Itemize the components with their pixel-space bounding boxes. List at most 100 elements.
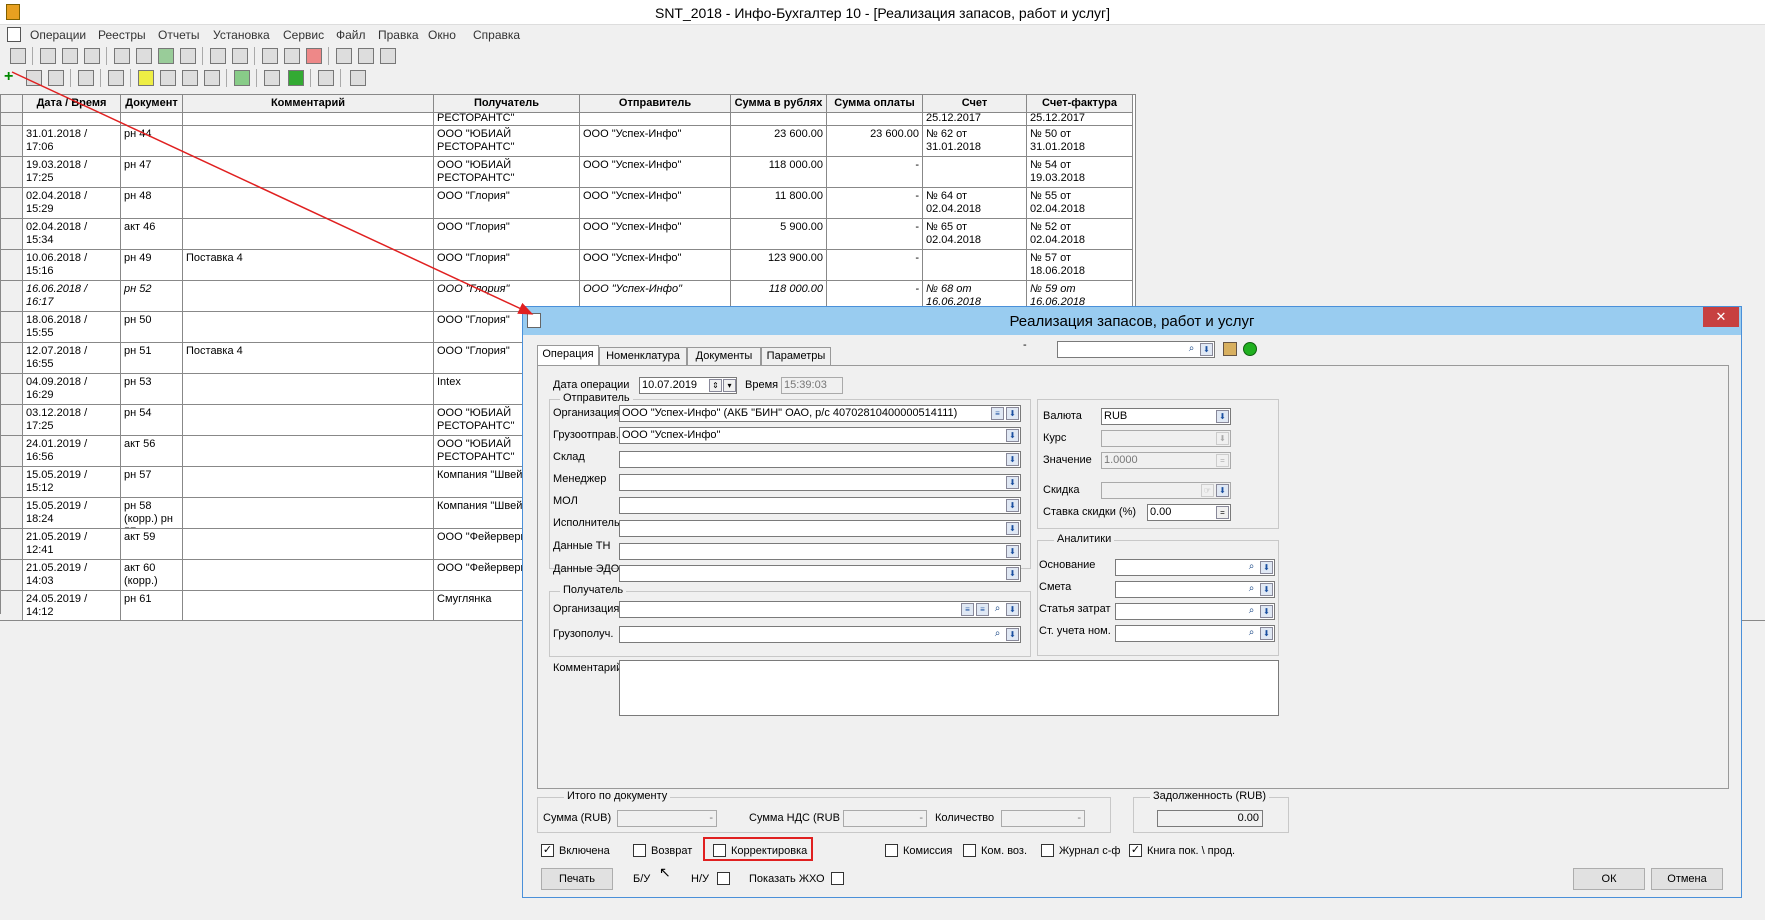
table-cell-invoice[interactable]: № 65 от 02.04.2018 (923, 219, 1027, 250)
comvoz-checkbox[interactable] (963, 844, 976, 857)
edo-field[interactable]: ⬇ (619, 565, 1021, 582)
dropdown-icon[interactable]: ⬇ (1006, 429, 1019, 442)
table-cell-comment[interactable] (183, 188, 434, 219)
column-header-invoice[interactable]: Счет (923, 95, 1027, 113)
table-cell-document[interactable]: рн 52 (121, 281, 183, 312)
included-checkbox[interactable]: ✓ (541, 844, 554, 857)
table-cell-date[interactable]: 19.03.2018 / 17:25 (23, 157, 121, 188)
time-field[interactable]: 15:39:03 (781, 377, 843, 394)
dropdown-icon[interactable]: ⬇ (1216, 410, 1229, 423)
value-field[interactable]: 1.0000 = (1101, 452, 1231, 469)
refresh-db-icon[interactable] (284, 48, 300, 64)
tools-icon[interactable] (1223, 342, 1237, 356)
monitor-icon[interactable] (318, 70, 334, 86)
acrobat-icon[interactable] (306, 48, 322, 64)
filter-icon[interactable] (138, 70, 154, 86)
dropdown-icon[interactable]: ⬇ (1216, 484, 1229, 497)
table-cell-comment[interactable] (183, 312, 434, 343)
requisites-icon[interactable]: ≡ (991, 407, 1004, 420)
dropdown-icon[interactable]: ⬇ (1260, 605, 1273, 618)
row-selector[interactable] (1, 374, 23, 405)
table-cell-sf[interactable]: № 52 от 02.04.2018 (1027, 219, 1133, 250)
row-selector[interactable] (1, 312, 23, 343)
table-cell-document[interactable]: рн 49 (121, 250, 183, 281)
table-cell-document[interactable]: рн 53 (121, 374, 183, 405)
dropdown-icon[interactable]: ⬇ (1260, 561, 1273, 574)
table-cell-document[interactable]: акт 46 (121, 219, 183, 250)
dropdown-icon[interactable]: ⬇ (1006, 603, 1019, 616)
table-cell-document[interactable]: рн 61 (121, 591, 183, 622)
table-cell-sum[interactable]: 5 900.00 (731, 219, 827, 250)
search-icon[interactable]: ⌕ (1245, 605, 1258, 618)
table-cell-comment[interactable]: Поставка 4 (183, 343, 434, 374)
row-selector[interactable] (1, 498, 23, 529)
table-cell-document[interactable]: рн 54 (121, 405, 183, 436)
row-selector[interactable] (1, 157, 23, 188)
table-cell-date[interactable]: 24.01.2019 / 16:56 (23, 436, 121, 467)
table-cell-recipient[interactable]: ООО "Глория" (434, 250, 580, 281)
link-icon[interactable] (264, 70, 280, 86)
table-cell[interactable] (121, 113, 183, 126)
table-cell-sum[interactable]: 118 000.00 (731, 157, 827, 188)
row-selector[interactable] (1, 343, 23, 374)
table-cell-date[interactable]: 10.06.2018 / 15:16 (23, 250, 121, 281)
table-cell-comment[interactable] (183, 374, 434, 405)
column-header-document[interactable]: Документ (121, 95, 183, 113)
row-selector[interactable] (1, 405, 23, 436)
tab-documents[interactable]: Документы (687, 347, 761, 366)
table-cell-date[interactable]: 15.05.2019 / 15:12 (23, 467, 121, 498)
row-selector[interactable] (1, 250, 23, 281)
table-cell-paid[interactable]: 23 600.00 (827, 126, 923, 157)
gear-icon[interactable] (380, 48, 396, 64)
dropdown-icon[interactable]: ⬇ (1006, 545, 1019, 558)
row-selector[interactable] (1, 467, 23, 498)
calendar-dropdown-icon[interactable]: ▾ (723, 379, 736, 392)
menu-service[interactable]: Сервис (283, 28, 324, 42)
table-cell-sum[interactable]: 11 800.00 (731, 188, 827, 219)
menu-reports[interactable]: Отчеты (158, 28, 199, 42)
table-cell-comment[interactable] (183, 498, 434, 529)
table-cell-invoice[interactable] (923, 250, 1027, 281)
table-cell-sum[interactable]: 23 600.00 (731, 126, 827, 157)
table-cell-date[interactable]: 16.06.2018 / 16:17 (23, 281, 121, 312)
filter-edit-icon[interactable] (160, 70, 176, 86)
row-selector[interactable] (1, 113, 23, 126)
table-cell[interactable]: 25.12.2017 (1027, 113, 1133, 126)
dropdown-icon[interactable]: ⬇ (1006, 628, 1019, 641)
dropdown-icon[interactable]: ⬇ (1006, 522, 1019, 535)
table-cell-date[interactable]: 02.04.2018 / 15:34 (23, 219, 121, 250)
dropdown-icon[interactable]: ⬇ (1006, 476, 1019, 489)
cut-icon[interactable] (84, 48, 100, 64)
tab-nomenclature[interactable]: Номенклатура (599, 347, 687, 366)
preview-icon[interactable] (136, 48, 152, 64)
filter-clear-icon[interactable] (204, 70, 220, 86)
table-cell[interactable] (23, 113, 121, 126)
filter-search-icon[interactable] (182, 70, 198, 86)
accounts-icon[interactable]: ≡ (976, 603, 989, 616)
table-cell-document[interactable]: рн 44 (121, 126, 183, 157)
rate-field[interactable]: ⬇ (1101, 430, 1231, 447)
table-cell-recipient[interactable]: ООО "Глория" (434, 219, 580, 250)
column-header-paid[interactable]: Сумма оплаты (827, 95, 923, 113)
report-icon[interactable] (180, 48, 196, 64)
show-jho-checkbox[interactable] (831, 872, 844, 885)
book-checkbox[interactable]: ✓ (1129, 844, 1142, 857)
tab-parameters[interactable]: Параметры (761, 347, 831, 366)
column-header-sender[interactable]: Отправитель (580, 95, 731, 113)
table-cell-document[interactable]: акт 56 (121, 436, 183, 467)
table-cell-recipient[interactable]: ООО "Глория" (434, 188, 580, 219)
row-selector[interactable] (1, 591, 23, 622)
table-cell-sender[interactable]: ООО "Успех-Инфо" (580, 157, 731, 188)
date-field[interactable]: 10.07.2019 ⇕ ▾ (639, 377, 737, 394)
row-selector[interactable] (1, 436, 23, 467)
menu-operations[interactable]: Операции (30, 28, 86, 42)
table-cell-paid[interactable]: - (827, 188, 923, 219)
column-header-recipient[interactable]: Получатель (434, 95, 580, 113)
table-cell[interactable]: 25.12.2017 (923, 113, 1027, 126)
estimate-field[interactable]: ⌕ ⬇ (1115, 581, 1275, 598)
table-cell-sender[interactable]: ООО "Успех-Инфо" (580, 126, 731, 157)
column-header-sf[interactable]: Счет-фактура (1027, 95, 1133, 113)
table-cell-date[interactable]: 02.04.2018 / 15:29 (23, 188, 121, 219)
tab-operation[interactable]: Операция (537, 345, 599, 366)
menu-settings[interactable]: Установка (213, 28, 270, 42)
